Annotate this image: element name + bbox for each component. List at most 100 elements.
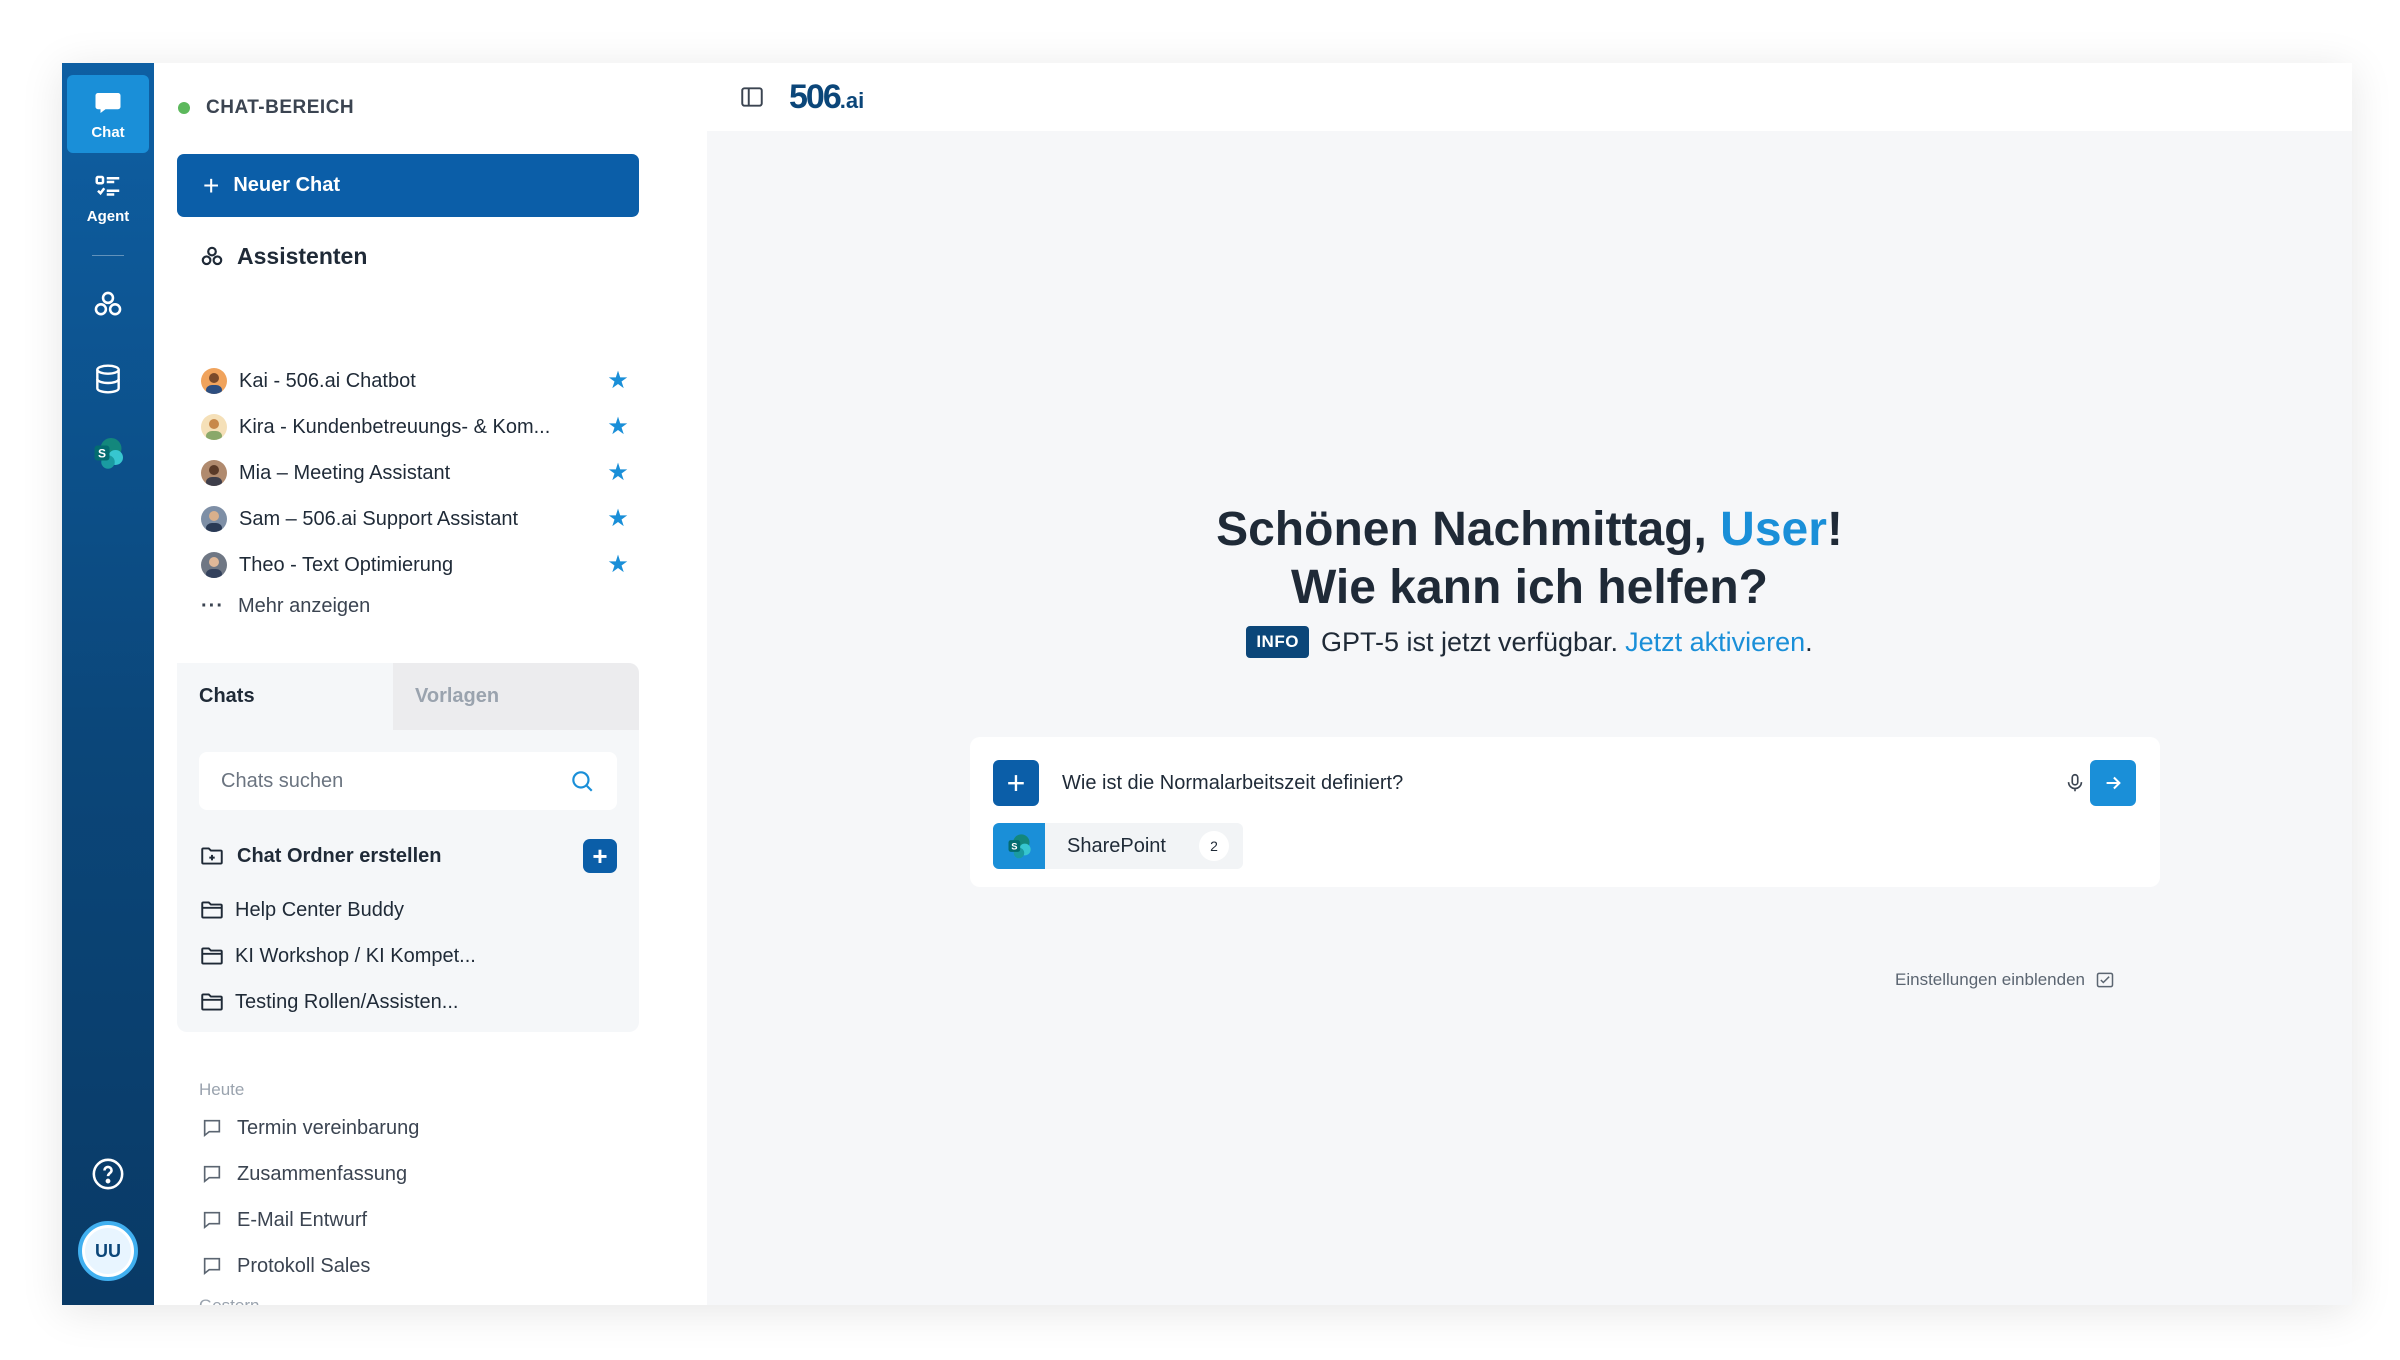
folder-plus-icon — [201, 847, 223, 865]
rail-chat-button[interactable]: Chat — [67, 75, 149, 153]
greeting-line-2: Wie kann ich helfen? — [1291, 561, 1768, 614]
greeting-user: User — [1720, 503, 1827, 556]
chat-history-label: Protokoll Sales — [237, 1254, 371, 1277]
star-icon[interactable]: ★ — [605, 369, 631, 393]
rail-assistants-button[interactable] — [88, 285, 128, 325]
folder-icon — [201, 947, 223, 965]
attach-button[interactable]: + — [993, 760, 1039, 806]
chat-composer: + S SharePoint 2 — [970, 737, 2160, 887]
chat-history-label: Termin vereinbarung — [237, 1116, 420, 1139]
microphone-button[interactable] — [2060, 768, 2090, 798]
today-label: Heute — [199, 1080, 245, 1099]
chat-bubble-icon — [203, 1165, 221, 1184]
new-chat-button[interactable]: + Neuer Chat — [177, 154, 639, 217]
info-badge: INFO — [1246, 626, 1309, 658]
settings-panel-icon — [2096, 972, 2114, 988]
assistant-avatar — [201, 552, 227, 578]
logo-suffix: .ai — [839, 87, 865, 113]
rail-help-button[interactable] — [88, 1154, 128, 1194]
database-icon — [96, 364, 120, 394]
rail-sharepoint-button[interactable]: S — [88, 433, 128, 473]
sidebar-toggle-button[interactable] — [737, 82, 767, 112]
assistants-heading: Assistenten — [199, 243, 367, 270]
chat-history-item[interactable]: Zusammenfassung — [201, 1158, 407, 1190]
more-dots-icon: ··· — [201, 595, 224, 617]
star-icon[interactable]: ★ — [605, 461, 631, 485]
nav-rail: Chat Agent S UU — [62, 63, 154, 1305]
chat-bubble-icon — [203, 1257, 221, 1276]
folder-item[interactable]: KI Workshop / KI Kompet... — [199, 940, 476, 972]
assistant-item-kai[interactable]: Kai - 506.ai Chatbot ★ — [201, 365, 631, 397]
assistant-item-kira[interactable]: Kira - Kundenbetreuungs- & Kom... ★ — [201, 411, 631, 443]
chat-history-item[interactable]: Termin vereinbarung — [201, 1112, 419, 1144]
show-more-label: Mehr anzeigen — [237, 595, 371, 617]
tab-vorlagen[interactable]: Vorlagen — [393, 663, 639, 730]
rail-chat-label: Chat — [91, 123, 125, 141]
chat-search-input[interactable]: Chats suchen — [199, 752, 617, 810]
add-folder-button[interactable]: + — [583, 839, 617, 873]
brand-logo: 506.ai — [789, 78, 864, 117]
chat-bubble-icon — [203, 1211, 221, 1230]
tab-chats[interactable]: Chats — [177, 663, 393, 730]
assistant-item-theo[interactable]: Theo - Text Optimierung ★ — [201, 549, 631, 581]
assistant-item-mia[interactable]: Mia – Meeting Assistant ★ — [201, 457, 631, 489]
svg-text:S: S — [98, 447, 106, 461]
assistant-avatar — [201, 506, 227, 532]
sharepoint-source-chip[interactable]: S SharePoint 2 — [993, 823, 1243, 869]
search-icon[interactable] — [569, 768, 595, 794]
help-icon — [92, 1158, 124, 1190]
folder-icon — [201, 993, 223, 1011]
chat-history-label: E-Mail Entwurf — [237, 1208, 368, 1231]
activate-link[interactable]: Jetzt aktivieren — [1625, 627, 1805, 658]
yesterday-label: Gestern — [199, 1296, 259, 1305]
rail-agent-button[interactable]: Agent — [67, 159, 149, 237]
assistant-avatar — [201, 368, 227, 394]
chat-bubble-icon — [203, 1119, 221, 1138]
send-button[interactable] — [2090, 760, 2136, 806]
info-end: . — [1805, 626, 1813, 657]
chat-icon — [95, 92, 121, 113]
greeting-heading: Schönen Nachmittag, User! Wie kann ich h… — [707, 501, 2352, 617]
sharepoint-chip-label: SharePoint — [1067, 834, 1166, 857]
rail-divider — [92, 255, 124, 256]
rail-database-button[interactable] — [88, 359, 128, 399]
status-dot — [178, 102, 190, 114]
greeting-suffix: ! — [1826, 503, 1843, 556]
sidebar-toggle-icon — [741, 87, 763, 107]
assistant-item-sam[interactable]: Sam – 506.ai Support Assistant ★ — [201, 503, 631, 535]
assistant-avatar — [201, 460, 227, 486]
star-icon[interactable]: ★ — [605, 415, 631, 439]
chat-area-title: CHAT-BEREICH — [178, 97, 354, 119]
plus-icon: + — [203, 169, 220, 201]
agent-list-icon — [95, 175, 120, 196]
arrow-right-icon — [2106, 776, 2121, 790]
chat-area-title-text: CHAT-BEREICH — [206, 97, 355, 118]
greeting-line-1: Schönen Nachmittag, User! — [707, 501, 2352, 559]
app-window: Chat Agent S UU CHAT-BEREICH + Neuer Cha… — [62, 63, 2352, 1305]
info-banner: INFO GPT-5 ist jetzt verfügbar. Jetzt ak… — [707, 626, 2352, 658]
chat-history-item[interactable]: E-Mail Entwurf — [201, 1204, 367, 1236]
assistants-icon — [201, 246, 223, 265]
assistant-name: Kira - Kundenbetreuungs- & Kom... — [239, 415, 551, 438]
folder-label: KI Workshop / KI Kompet... — [235, 944, 476, 967]
show-settings-link[interactable]: Einstellungen einblenden — [1895, 970, 2115, 990]
star-icon[interactable]: ★ — [605, 553, 631, 577]
microphone-icon — [2067, 773, 2083, 792]
star-icon[interactable]: ★ — [605, 507, 631, 531]
info-text: GPT-5 ist jetzt verfügbar. — [1320, 626, 1619, 657]
assistant-name: Kai - 506.ai Chatbot — [239, 369, 416, 392]
show-settings-label: Einstellungen einblenden — [1895, 970, 2085, 989]
create-folder-row: Chat Ordner erstellen + — [199, 839, 617, 873]
user-avatar[interactable]: UU — [78, 1221, 138, 1281]
create-folder-label: Chat Ordner erstellen — [237, 844, 442, 867]
chat-history-item[interactable]: Protokoll Sales — [201, 1250, 370, 1282]
sharepoint-chip-count: 2 — [1199, 831, 1229, 861]
show-more-link[interactable]: ··· Mehr anzeigen — [201, 595, 370, 618]
new-chat-label: Neuer Chat — [233, 174, 341, 196]
top-bar: 506.ai — [707, 63, 2352, 131]
search-placeholder: Chats suchen — [221, 769, 344, 792]
message-input[interactable] — [1062, 760, 2022, 806]
folder-item[interactable]: Testing Rollen/Assisten... — [199, 986, 458, 1018]
sharepoint-icon: S — [94, 438, 123, 469]
folder-item[interactable]: Help Center Buddy — [199, 894, 404, 926]
